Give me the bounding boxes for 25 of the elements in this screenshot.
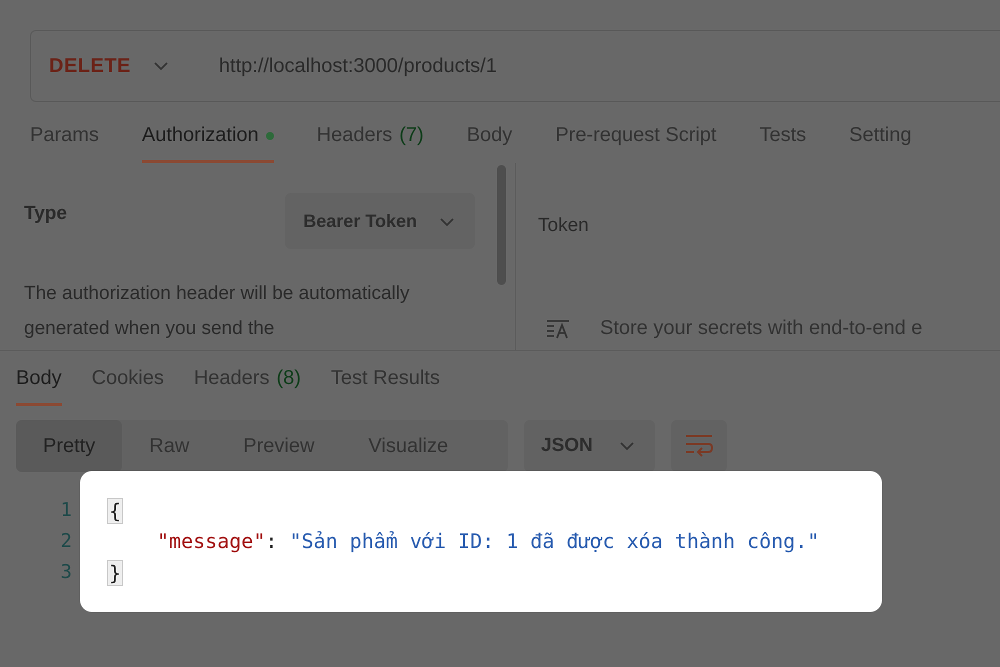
chevron-icon [152, 61, 169, 71]
json-string: "Sản phẩm với ID: 1 đã được xóa thành công." [289, 528, 820, 555]
wrap-icon [684, 434, 713, 458]
method-dropdown[interactable]: DELETE [49, 54, 169, 78]
request-tab[interactable]: Authorization [142, 116, 274, 163]
scrollbar-thumb[interactable] [497, 165, 506, 285]
chevron-icon [618, 441, 635, 451]
code-text: : [265, 528, 278, 555]
code-text: { [107, 498, 124, 524]
field-label: Type [24, 202, 67, 225]
wrap-lines-button[interactable] [670, 420, 727, 472]
chevron-icon [439, 216, 455, 226]
vault-icon [546, 318, 570, 338]
field-label: Token [538, 215, 590, 237]
line-number: 2 [60, 529, 72, 554]
code-text: } [107, 560, 124, 586]
json-key: "message" [157, 526, 266, 557]
url-field[interactable]: http://localhost:3000/products/1 [198, 54, 497, 78]
response-tab[interactable]: Body [16, 361, 62, 406]
line-number: 3 [60, 560, 72, 585]
tab-count: (7) [399, 124, 424, 147]
description-text: The authorization header will be automatically generated when you send the [24, 282, 410, 341]
view-mode-tab[interactable]: Pretty [16, 420, 122, 472]
tab-count: (8) [276, 367, 301, 390]
line-number: 1 [60, 498, 72, 523]
